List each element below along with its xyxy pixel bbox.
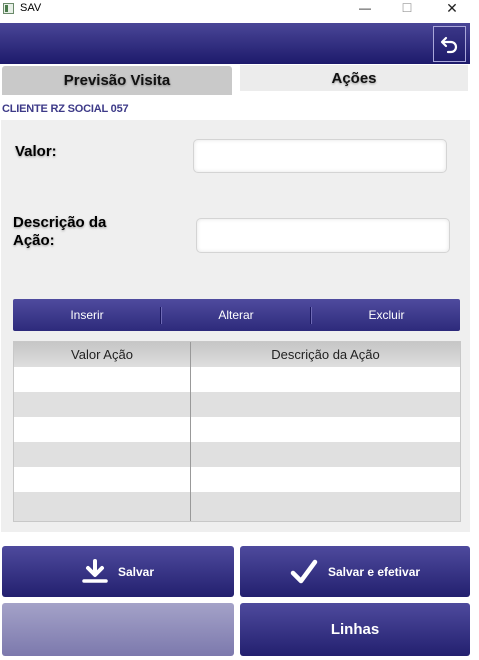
action-separator — [160, 307, 162, 324]
excluir-button[interactable]: Excluir — [313, 299, 460, 331]
checkmark-icon — [290, 559, 318, 585]
table-row[interactable] — [14, 467, 460, 492]
window-titlebar: SAV — ☐ ✕ — [0, 0, 479, 18]
valor-label: Valor: — [15, 143, 57, 160]
minimize-button[interactable]: — — [342, 0, 388, 18]
action-bar: Inserir Alterar Excluir — [13, 299, 460, 331]
header-bar — [0, 23, 470, 64]
maximize-button[interactable]: ☐ — [384, 0, 430, 18]
actions-grid[interactable]: Valor Ação Descrição da Ação — [13, 341, 461, 522]
descricao-input[interactable] — [196, 218, 450, 253]
salvar-efetivar-label: Salvar e efetivar — [327, 564, 421, 579]
client-name: CLIENTE RZ SOCIAL 057 — [2, 103, 129, 115]
tab-acoes[interactable]: Ações — [240, 65, 468, 91]
inserir-button[interactable]: Inserir — [13, 299, 161, 331]
salvar-efetivar-button[interactable]: Salvar e efetivar — [240, 546, 470, 597]
tab-previsao-visita[interactable]: Previsão Visita — [2, 66, 232, 95]
salvar-label: Salvar — [117, 564, 155, 579]
app-icon — [3, 3, 14, 14]
window-title: SAV — [20, 2, 42, 14]
linhas-button[interactable]: Linhas — [240, 603, 470, 656]
salvar-button[interactable]: Salvar — [2, 546, 234, 597]
table-row[interactable] — [14, 492, 460, 521]
tab-strip: Previsão Visita Ações — [0, 64, 470, 96]
descricao-label: Descrição da Ação: — [13, 214, 106, 250]
action-separator — [310, 307, 312, 324]
table-row[interactable] — [14, 442, 460, 467]
column-header-descricao[interactable]: Descrição da Ação — [191, 342, 460, 367]
descricao-label-line2: Ação: — [13, 232, 55, 249]
column-divider — [190, 342, 191, 521]
download-icon — [82, 558, 108, 585]
alterar-button[interactable]: Alterar — [163, 299, 309, 331]
grid-header: Valor Ação Descrição da Ação — [14, 342, 460, 367]
table-row[interactable] — [14, 417, 460, 442]
descricao-label-line1: Descrição da — [13, 214, 107, 231]
undo-arrow-icon — [440, 36, 457, 54]
column-header-valor[interactable]: Valor Ação — [14, 342, 190, 367]
table-row[interactable] — [14, 392, 460, 417]
disabled-button — [2, 603, 234, 656]
valor-input[interactable] — [193, 139, 447, 173]
close-button[interactable]: ✕ — [429, 0, 475, 18]
table-row[interactable] — [14, 367, 460, 392]
back-button[interactable] — [433, 26, 466, 62]
